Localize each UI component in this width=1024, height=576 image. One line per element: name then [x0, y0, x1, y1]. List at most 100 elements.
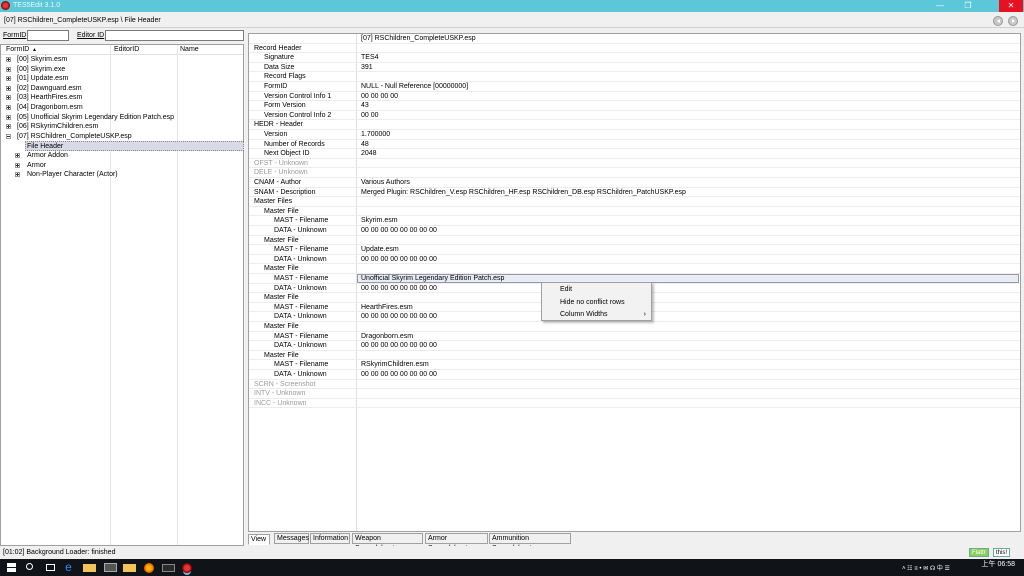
field-value[interactable]: 00 00 00 00 00 00 00 00 [361, 284, 437, 294]
field-value[interactable]: TES4 [361, 53, 379, 63]
field-value[interactable]: 00 00 00 00 [361, 92, 398, 102]
back-arrow-icon[interactable] [993, 16, 1003, 26]
clock[interactable]: 上午 06:58 [970, 561, 1015, 568]
record-row[interactable]: MAST - Filename RSkyrimChildren.esm [249, 360, 1020, 370]
record-row[interactable]: SCRN - Screenshot [249, 380, 1020, 390]
record-tree[interactable]: FormID ▲ EditorID Name [00] Skyrim.esm [… [0, 44, 244, 546]
tab-messages[interactable]: Messages [274, 533, 309, 544]
expand-icon[interactable] [6, 57, 11, 62]
record-row[interactable]: INCC - Unknown [249, 399, 1020, 409]
record-row[interactable]: Master File [249, 207, 1020, 217]
tab-weapon-spreadsheet[interactable]: Weapon Spreadsheet [352, 533, 423, 552]
menu-item-hide-no-conflict-rows[interactable]: Hide no conflict rows [560, 298, 625, 308]
record-row[interactable]: Version Control Info 1 00 00 00 00 [249, 92, 1020, 102]
record-row[interactable]: Record Flags [249, 72, 1020, 82]
tes5edit-taskbar-icon[interactable] [182, 563, 192, 573]
field-value[interactable]: 00 00 00 00 00 00 00 00 [361, 226, 437, 236]
folder-icon[interactable] [123, 564, 136, 572]
expand-icon[interactable] [6, 95, 11, 101]
record-row[interactable]: DELE - Unknown [249, 168, 1020, 178]
expand-icon[interactable] [6, 105, 11, 110]
expand-icon[interactable] [6, 124, 11, 130]
field-value[interactable]: 00 00 00 00 00 00 00 00 [361, 341, 437, 351]
record-row[interactable]: Form Version 43 [249, 101, 1020, 111]
collapse-icon[interactable] [6, 133, 11, 139]
tree-node-selected[interactable]: File Header [25, 141, 244, 151]
field-value[interactable]: RSkyrimChildren.esm [361, 360, 429, 370]
record-row[interactable]: OFST - Unknown [249, 159, 1020, 169]
restore-button[interactable]: ❒ [956, 0, 980, 12]
record-row[interactable]: FormID NULL - Null Reference [00000000] [249, 82, 1020, 92]
expand-icon[interactable] [6, 66, 11, 72]
tab-information[interactable]: Information [310, 533, 350, 544]
record-row[interactable]: Version 1.700000 [249, 130, 1020, 140]
record-row[interactable]: DATA - Unknown 00 00 00 00 00 00 00 00 [249, 370, 1020, 380]
editorid-filter-input[interactable] [105, 30, 244, 41]
formid-filter-input[interactable] [27, 30, 69, 41]
record-row[interactable]: MAST - Filename Dragonborn.esm [249, 332, 1020, 342]
field-value[interactable]: NULL - Null Reference [00000000] [361, 82, 468, 92]
record-row[interactable]: DATA - Unknown 00 00 00 00 00 00 00 00 [249, 255, 1020, 265]
field-value[interactable]: Various Authors [361, 178, 410, 188]
column-divider[interactable] [177, 45, 178, 545]
record-row[interactable]: MAST - Filename Skyrim.esm [249, 216, 1020, 226]
record-row[interactable]: Version Control Info 2 00 00 [249, 111, 1020, 121]
field-value[interactable]: 1.700000 [361, 130, 390, 140]
windows-start-icon[interactable] [5, 561, 18, 574]
field-value[interactable]: HearthFires.esm [361, 303, 413, 313]
menu-item-edit[interactable]: Edit [560, 285, 572, 295]
field-value[interactable]: 00 00 00 00 00 00 00 00 [361, 370, 437, 380]
record-row[interactable]: Signature TES4 [249, 53, 1020, 63]
column-header-editorid[interactable]: EditorID [114, 46, 139, 53]
edge-browser-icon[interactable]: e [62, 561, 75, 574]
record-row[interactable]: Next Object ID 2048 [249, 149, 1020, 159]
record-row[interactable]: CNAM - Author Various Authors [249, 178, 1020, 188]
field-value[interactable]: Update.esm [361, 245, 399, 255]
expand-icon[interactable] [6, 85, 11, 91]
store-icon[interactable] [104, 563, 117, 572]
record-row[interactable]: DATA - Unknown 00 00 00 00 00 00 00 00 [249, 341, 1020, 351]
expand-icon[interactable] [15, 162, 20, 168]
record-row[interactable]: DATA - Unknown 00 00 00 00 00 00 00 00 [249, 226, 1020, 236]
record-row[interactable]: MAST - Filename Update.esm [249, 245, 1020, 255]
expand-icon[interactable] [15, 172, 20, 178]
menu-item-column-widths[interactable]: Column Widths [560, 310, 607, 320]
system-tray[interactable]: ˄ ☷ ≡ • ✉ ☊ 中 ☰ [902, 563, 950, 572]
field-value[interactable]: Skyrim.esm [361, 216, 398, 226]
record-row[interactable]: Master File [249, 322, 1020, 332]
field-value[interactable]: Dragonborn.esm [361, 332, 413, 342]
flattr-badge[interactable]: Flattr [969, 548, 989, 557]
record-row[interactable]: Master Files [249, 197, 1020, 207]
search-icon[interactable] [26, 563, 33, 570]
record-row[interactable]: Data Size 391 [249, 63, 1020, 73]
field-value[interactable]: 00 00 00 00 00 00 00 00 [361, 255, 437, 265]
record-row[interactable]: Master File [249, 236, 1020, 246]
file-explorer-icon[interactable] [83, 564, 96, 572]
field-value[interactable]: Unofficial Skyrim Legendary Edition Patc… [361, 274, 504, 284]
tab-ammunition-spreadsheet[interactable]: Ammunition Spreadsheet [489, 533, 571, 552]
record-row[interactable]: Number of Records 48 [249, 140, 1020, 150]
column-header-formid[interactable]: FormID [6, 46, 29, 53]
record-row[interactable]: Master File [249, 351, 1020, 361]
field-value[interactable]: 48 [361, 140, 369, 150]
expand-icon[interactable] [6, 114, 11, 120]
record-row[interactable]: HEDR - Header [249, 120, 1020, 130]
field-value[interactable]: Merged Plugin: RSChildren_V.esp RSChildr… [361, 188, 686, 198]
expand-icon[interactable] [15, 153, 20, 158]
minimize-button[interactable]: — [928, 0, 952, 12]
field-value[interactable]: 43 [361, 101, 369, 111]
field-value[interactable]: 00 00 [361, 111, 379, 121]
tab-view[interactable]: View [248, 534, 270, 545]
record-row[interactable]: SNAM - Description Merged Plugin: RSChild… [249, 188, 1020, 198]
tab-armor-spreadsheet[interactable]: Armor Spreadsheet [425, 533, 488, 552]
record-row[interactable]: Record Header [249, 44, 1020, 54]
forward-arrow-icon[interactable] [1008, 16, 1018, 26]
field-value[interactable]: 391 [361, 63, 373, 73]
field-value[interactable]: 00 00 00 00 00 00 00 00 [361, 312, 437, 322]
flattr-this-badge[interactable]: this! [993, 548, 1011, 557]
column-header-name[interactable]: Name [180, 46, 199, 53]
task-view-icon[interactable] [46, 564, 55, 571]
close-button[interactable]: ✕ [999, 0, 1023, 12]
record-row[interactable]: Master File [249, 264, 1020, 274]
record-row[interactable]: INTV - Unknown [249, 389, 1020, 399]
